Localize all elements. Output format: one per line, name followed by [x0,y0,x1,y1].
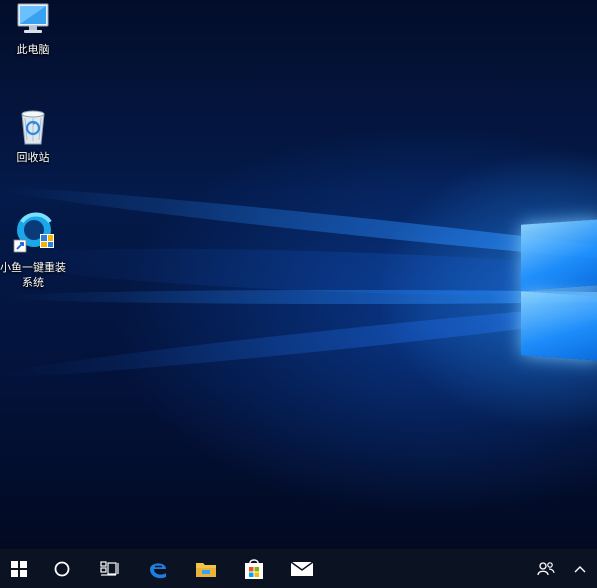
file-explorer-taskbar-button[interactable] [182,549,230,588]
start-icon [11,560,27,577]
cortana-search-button[interactable] [38,549,86,588]
windows-logo-pane [521,291,597,361]
start-button[interactable] [0,549,38,588]
edge-icon [150,562,166,578]
system-tray [529,549,597,588]
recycle-bin-icon [21,110,45,145]
desktop-icon-label-line2: 系统 [22,276,44,289]
file-explorer-icon [196,562,216,577]
desktop-icon-label-line1: 小鱼一键重装 [0,261,66,274]
store-taskbar-button[interactable] [230,549,278,588]
task-view-icon [100,560,119,576]
desktop-icon-label: 此电脑 [16,43,50,56]
wallpaper-light-beam [0,290,597,304]
wallpaper-light-beam [0,291,597,385]
desktop-icon-this-pc[interactable]: 此电脑 [0,0,70,57]
desktop-icon-recycle-bin[interactable]: 回收站 [0,106,70,165]
edge-taskbar-button[interactable] [134,549,182,588]
desktop-wallpaper: 此电脑 回收站 小鱼一键重装 系统 [0,0,597,549]
this-pc-icon [17,3,49,33]
desktop-icon-xiaoyu-reinstall[interactable]: 小鱼一键重装 系统 [0,208,70,290]
mail-taskbar-button[interactable] [278,549,326,588]
people-icon [537,561,555,575]
desktop-icon-label: 回收站 [16,151,50,164]
store-icon [245,558,263,579]
cortana-search-icon [54,561,70,576]
task-view-button[interactable] [86,549,134,588]
xiaoyu-reinstall-icon [13,212,54,253]
mail-icon [290,560,314,576]
taskbar [0,549,597,588]
show-hidden-icons-chevron [574,565,586,572]
windows-logo-pane [521,219,597,291]
show-hidden-icons-button[interactable] [563,549,597,588]
people-button[interactable] [529,549,563,588]
